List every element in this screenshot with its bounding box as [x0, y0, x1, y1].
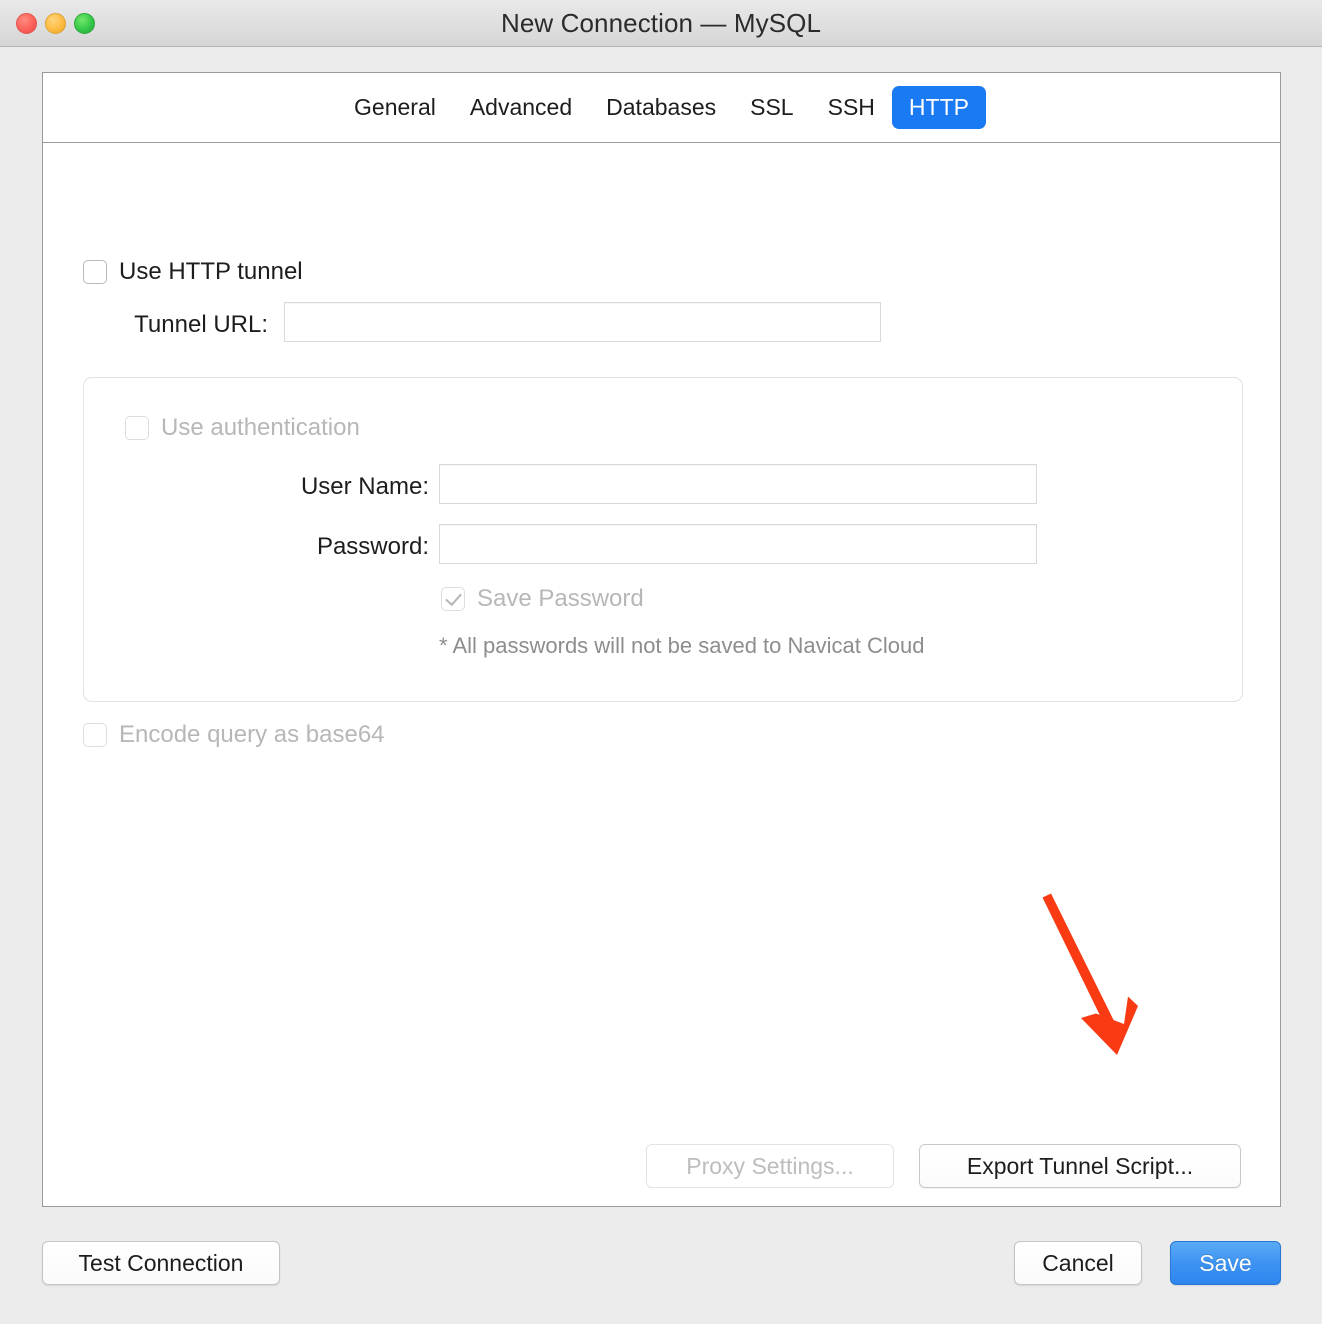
user-name-input[interactable]	[439, 464, 1037, 504]
save-password-checkbox[interactable]: Save Password	[441, 585, 644, 613]
checkbox-box-icon	[83, 260, 107, 284]
use-http-tunnel-checkbox[interactable]: Use HTTP tunnel	[83, 258, 303, 286]
dialog-footer: Test Connection Cancel Save	[0, 1207, 1322, 1324]
checkmark-icon	[441, 587, 465, 611]
save-password-label: Save Password	[477, 585, 644, 612]
test-connection-button[interactable]: Test Connection	[42, 1241, 280, 1285]
password-label: Password:	[316, 533, 429, 560]
navicat-cloud-note: * All passwords will not be saved to Nav…	[439, 633, 925, 658]
tunnel-url-label: Tunnel URL:	[134, 311, 268, 338]
tab-general[interactable]: General	[337, 86, 453, 129]
user-name-label: User Name:	[300, 473, 429, 500]
encode-query-base64-checkbox[interactable]: Encode query as base64	[83, 721, 385, 749]
use-http-tunnel-label: Use HTTP tunnel	[119, 258, 303, 285]
http-tab-content: Use HTTP tunnel Tunnel URL: Use authenti…	[43, 143, 1280, 1207]
tab-advanced[interactable]: Advanced	[453, 86, 589, 129]
tab-ssl[interactable]: SSL	[733, 86, 810, 129]
tab-databases[interactable]: Databases	[589, 86, 733, 129]
checkbox-box-icon	[83, 723, 107, 747]
new-connection-dialog: New Connection — MySQL General Advanced …	[0, 0, 1322, 1324]
tab-http[interactable]: HTTP	[891, 86, 986, 129]
cancel-button[interactable]: Cancel	[1014, 1241, 1142, 1285]
tunnel-url-input[interactable]	[284, 302, 881, 342]
authentication-group: Use authentication User Name: Password: …	[83, 377, 1243, 702]
connection-settings-panel: General Advanced Databases SSL SSH HTTP …	[42, 72, 1281, 1207]
window-title: New Connection — MySQL	[500, 8, 822, 38]
save-button[interactable]: Save	[1170, 1241, 1281, 1285]
use-authentication-checkbox[interactable]: Use authentication	[125, 414, 360, 442]
encode-query-base64-label: Encode query as base64	[119, 721, 385, 748]
password-input[interactable]	[439, 524, 1037, 564]
window-titlebar: New Connection — MySQL	[0, 0, 1322, 47]
proxy-settings-button[interactable]: Proxy Settings...	[646, 1144, 894, 1188]
use-authentication-label: Use authentication	[161, 414, 360, 441]
tab-ssh[interactable]: SSH	[811, 86, 892, 129]
tab-bar: General Advanced Databases SSL SSH HTTP	[43, 73, 1280, 143]
export-tunnel-script-button[interactable]: Export Tunnel Script...	[919, 1144, 1241, 1188]
checkbox-box-icon	[125, 416, 149, 440]
